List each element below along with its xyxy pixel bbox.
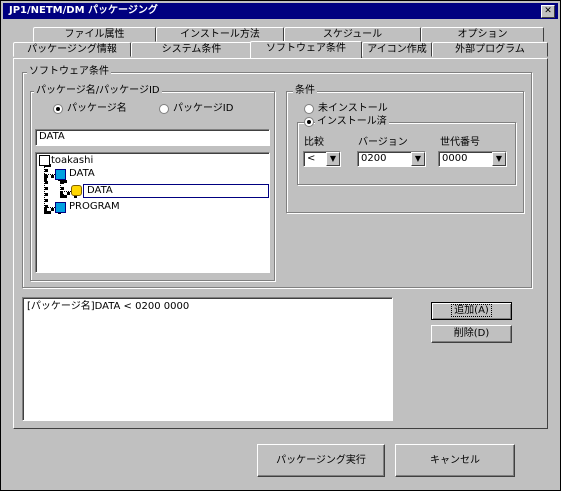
radio-package-name-label: パッケージ名	[67, 103, 127, 114]
software-conditions-label: ソフトウェア条件	[27, 66, 111, 78]
tab-schedule[interactable]: スケジュール	[284, 27, 421, 42]
tree-content: toakashi DATA DATA PROGRAM	[35, 152, 270, 273]
generation-value: 0000	[442, 153, 468, 164]
version-select[interactable]: 0200 ▼	[357, 151, 426, 167]
tree-node-data[interactable]: DATA	[69, 168, 95, 180]
cancel-button[interactable]: キャンセル	[395, 444, 515, 477]
delete-button[interactable]: 削除(D)	[431, 325, 512, 343]
compare-value: <	[307, 153, 316, 164]
title-bar: JP1/NETM/DM パッケージング ✕	[3, 3, 558, 19]
radio-package-id-label: パッケージID	[173, 103, 234, 114]
tree-node-program[interactable]: PROGRAM	[69, 201, 120, 213]
condition-list-item[interactable]: [パッケージ名]DATA < 0200 0000	[27, 301, 388, 313]
radio-package-id[interactable]	[159, 104, 169, 114]
compare-select[interactable]: < ▼	[303, 151, 341, 167]
software-icon	[71, 185, 82, 196]
window-title: JP1/NETM/DM パッケージング	[9, 5, 158, 16]
radio-installed-label: インストール済	[315, 116, 389, 128]
tab-software-conditions[interactable]: ソフトウェア条件	[250, 41, 362, 58]
radio-not-installed-label: 未インストール	[318, 103, 388, 114]
tree-node-data-child[interactable]: DATA	[87, 185, 113, 197]
radio-not-installed[interactable]	[304, 104, 314, 114]
package-icon	[55, 202, 66, 213]
dropdown-arrow-icon[interactable]: ▼	[326, 152, 340, 166]
package-name-input[interactable]: DATA	[35, 129, 270, 146]
tree-line	[60, 180, 64, 198]
tab-file-attributes[interactable]: ファイル属性	[33, 27, 156, 42]
close-button[interactable]: ✕	[541, 5, 555, 18]
radio-package-name[interactable]	[53, 104, 63, 114]
tree-root-label[interactable]: toakashi	[51, 155, 93, 167]
tab-external-program[interactable]: 外部プログラム	[432, 42, 548, 57]
package-group-label: パッケージ名/パッケージID	[34, 85, 162, 97]
tab-packaging-info[interactable]: パッケージング情報	[13, 42, 131, 57]
tab-install-method[interactable]: インストール方法	[156, 27, 284, 42]
tab-options[interactable]: オプション	[421, 27, 544, 42]
run-packaging-button[interactable]: パッケージング実行	[257, 444, 385, 477]
dropdown-arrow-icon[interactable]: ▼	[411, 152, 425, 166]
generation-label: 世代番号	[440, 137, 480, 148]
radio-installed[interactable]	[304, 117, 314, 127]
condition-list[interactable]: [パッケージ名]DATA < 0200 0000	[22, 297, 393, 421]
generation-select[interactable]: 0000 ▼	[438, 151, 507, 167]
tab-system-conditions[interactable]: システム条件	[131, 42, 252, 57]
version-value: 0200	[361, 153, 387, 164]
dialog-window: JP1/NETM/DM パッケージング ✕ ファイル属性 インストール方法 スケ…	[0, 0, 561, 491]
add-button-label: 追加(A)	[451, 304, 492, 317]
dropdown-arrow-icon[interactable]: ▼	[492, 152, 506, 166]
package-icon	[55, 169, 66, 180]
compare-label: 比較	[304, 137, 324, 148]
tab-icon-creation[interactable]: アイコン作成	[362, 42, 432, 57]
version-label: バージョン	[358, 137, 408, 148]
add-button[interactable]: 追加(A)	[431, 302, 512, 320]
computer-icon	[39, 155, 50, 166]
condition-group-label: 条件	[293, 85, 317, 97]
